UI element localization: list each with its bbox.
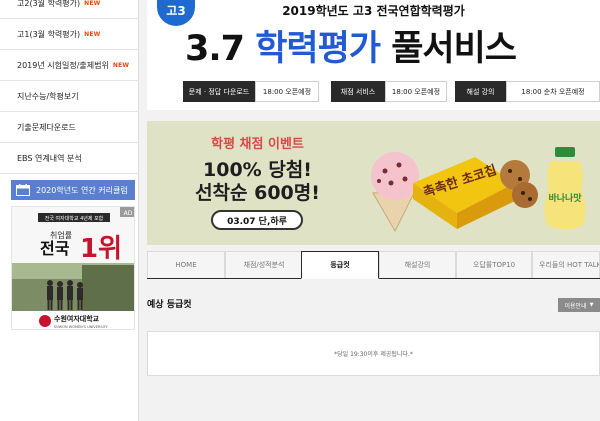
ad-artwork: AD 전국 여자대학교 4년제 포함 취업률 전국 1위 수원여자대학교 SUW… (12, 207, 134, 329)
sidebar-item-ebs[interactable]: EBS 연계내역 분석 (0, 144, 139, 174)
ad-school-name: 수원여자대학교 (54, 314, 100, 323)
header-subtitle: 2019학년도 고3 전국연합학력평가 (282, 4, 465, 18)
sidebar-item-label: EBS 연계내역 분석 (17, 154, 82, 163)
tab-wrong-rate-top10[interactable]: 오답률TOP10 (456, 251, 532, 278)
page: 고2(3월 학력평가) NEW 고1(3월 학력평가) NEW 2019년 시험… (0, 0, 600, 421)
chevron-down-icon: ▼ (589, 302, 594, 308)
new-badge: NEW (112, 62, 130, 69)
banner-title: 학평 채점 이벤트 (211, 137, 304, 152)
banner-products-image: 촉촉한 초코칩 바나나맛 (371, 147, 586, 233)
schedule-label: 해설 강의 (455, 81, 506, 102)
usage-guide-label: 이용안내 (564, 302, 587, 310)
schedule-lecture[interactable]: 해설 강의 18:00 순차 오픈예정 (455, 81, 600, 102)
calendar-icon (16, 184, 30, 196)
grade-cut-notice: *당일 19:30이후 제공됩니다.* (147, 331, 600, 376)
curriculum-label: 2020학년도 연간 커리큘럼 (36, 185, 128, 195)
schedule-value: 18:00 순차 오픈예정 (506, 81, 600, 102)
sidebar-item-g1-march[interactable]: 고1(3월 학력평가) NEW (0, 20, 139, 50)
tab-bar: HOME 채점/성적분석 등급컷 해설강의 오답률TOP10 우리들의 HOT … (147, 251, 600, 279)
banner-line2: 선착순 600명! (195, 182, 320, 204)
sidebar-item-download[interactable]: 기출문제다운로드 (0, 113, 139, 143)
headline-number: 3.7 (185, 29, 245, 69)
sidebar-item-label: 지난수능/학평보기 (17, 92, 79, 101)
ad-caption: 전국 여자대학교 4년제 포함 (45, 215, 104, 222)
headline-tail: 풀서비스 (391, 29, 517, 69)
sidebar-item-g2-march[interactable]: 고2(3월 학력평가) NEW (0, 0, 139, 19)
section-title: 예상 등급컷 (147, 300, 192, 310)
sidebar-item-past-exams[interactable]: 지난수능/학평보기 (0, 82, 139, 112)
new-badge: NEW (84, 0, 101, 7)
ad-banner[interactable]: AD 전국 여자대학교 4년제 포함 취업률 전국 1위 수원여자대학교 SUW… (11, 206, 135, 330)
tab-lectures[interactable]: 해설강의 (379, 251, 456, 278)
tab-grade-cut[interactable]: 등급컷 (301, 251, 379, 279)
snack-box-icon: 촉촉한 초코칩 (413, 157, 515, 229)
ad-rank-word: 전국 (40, 239, 70, 258)
banana-milk-icon: 바나나맛 (544, 147, 586, 229)
schedule-label: 문제 · 정답 다운로드 (183, 81, 255, 102)
main-content: 고3 2019학년도 고3 전국연합학력평가 3.7 학력평가 풀서비스 문제 … (147, 0, 600, 421)
sidebar: 고2(3월 학력평가) NEW 고1(3월 학력평가) NEW 2019년 시험… (0, 0, 139, 421)
headline-main: 학력평가 (255, 29, 381, 69)
schedule-value: 18:00 오픈예정 (385, 81, 447, 102)
drink-label: 바나나맛 (548, 192, 582, 204)
schedule-value: 18:00 오픈예정 (255, 81, 319, 102)
notice-text: *당일 19:30이후 제공됩니다.* (334, 351, 413, 358)
sidebar-item-schedule[interactable]: 2019년 시험일정/출제범위 NEW (0, 51, 139, 81)
curriculum-button[interactable]: 2020학년도 연간 커리큘럼 (11, 180, 135, 200)
new-badge: NEW (84, 31, 101, 38)
schedule-grading[interactable]: 채점 서비스 18:00 오픈예정 (331, 81, 447, 102)
sidebar-item-label: 고1(3월 학력평가) (17, 30, 81, 39)
tab-home[interactable]: HOME (147, 251, 225, 278)
ad-tag: AD (124, 210, 133, 217)
ice-cream-icon (371, 152, 419, 233)
banner-date: 03.07 단,하루 (211, 210, 303, 230)
exam-header: 고3 2019학년도 고3 전국연합학력평가 3.7 학력평가 풀서비스 문제 … (147, 0, 600, 110)
tab-grading-analysis[interactable]: 채점/성적분석 (225, 251, 303, 278)
ad-school-name-en: SUWON WOMEN'S UNIVERSITY (54, 325, 109, 329)
usage-guide-button[interactable]: 이용안내 ▼ (558, 298, 600, 312)
sidebar-item-label: 고2(3월 학력평가) (17, 0, 81, 8)
schedule-download[interactable]: 문제 · 정답 다운로드 18:00 오픈예정 (183, 81, 319, 102)
tab-hot-talk[interactable]: 우리들의 HOT TALK (532, 251, 600, 278)
ad-rank: 1위 (80, 234, 122, 264)
sidebar-item-label: 2019년 시험일정/출제범위 (17, 61, 109, 70)
sidebar-item-label: 기출문제다운로드 (17, 123, 76, 132)
event-banner[interactable]: 학평 채점 이벤트 100% 당첨! 선착순 600명! 03.07 단,하루 (147, 121, 600, 245)
headline: 3.7 학력평가 풀서비스 (185, 20, 565, 71)
schedule-label: 채점 서비스 (331, 81, 385, 102)
